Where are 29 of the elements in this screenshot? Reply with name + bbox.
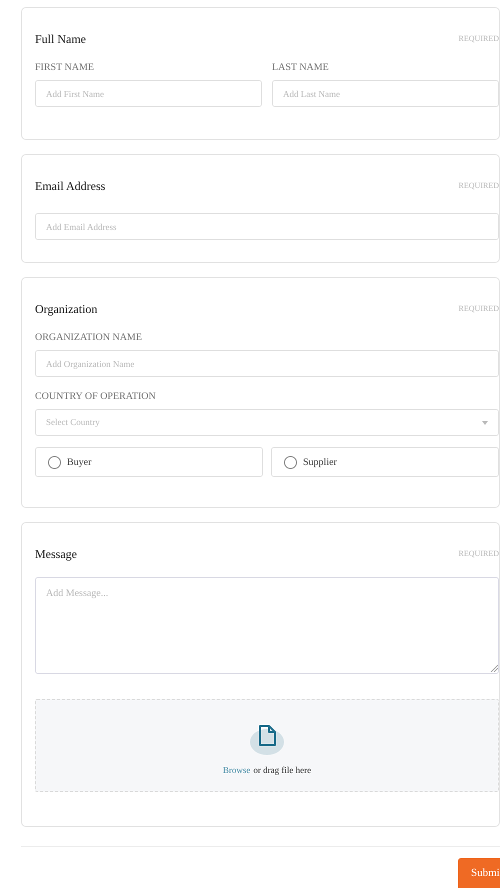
resize-handle-icon: [490, 664, 498, 672]
radio-option[interactable]: Supplier: [271, 447, 499, 477]
text-field[interactable]: Add Last Name: [272, 80, 499, 107]
field-label: COUNTRY OF OPERATION: [35, 391, 157, 403]
section-title: Message: [35, 546, 77, 563]
radio-option[interactable]: Buyer: [35, 447, 263, 477]
upload-hint: or drag file here: [253, 764, 312, 777]
text-field[interactable]: Add Organization Name: [35, 350, 499, 377]
radio-button[interactable]: [48, 456, 61, 468]
field-label: LAST NAME: [272, 62, 330, 74]
message-field[interactable]: Add Message...: [35, 577, 499, 674]
field-label: ORGANIZATION NAME: [35, 332, 143, 344]
section-title: Organization: [35, 301, 98, 318]
caret-icon: [482, 420, 488, 424]
required-tag: REQUIRED: [458, 303, 499, 315]
text-field[interactable]: Add Email Address: [35, 213, 499, 240]
radio-label: Supplier: [303, 456, 337, 470]
radio-button[interactable]: [284, 456, 297, 468]
field-label: FIRST NAME: [35, 62, 95, 74]
file-drop-zone[interactable]: Browse or drag file here: [35, 699, 499, 792]
section-title: Email Address: [35, 178, 106, 195]
required-tag: REQUIRED: [458, 548, 499, 560]
section-title: Full Name: [35, 31, 86, 48]
select-placeholder: Select Country: [46, 416, 100, 429]
required-tag: REQUIRED: [458, 33, 499, 45]
browse-link[interactable]: Browse: [222, 764, 250, 778]
required-tag: REQUIRED: [458, 180, 499, 192]
text-field[interactable]: Add First Name: [35, 80, 262, 107]
radio-label: Buyer: [67, 456, 92, 470]
